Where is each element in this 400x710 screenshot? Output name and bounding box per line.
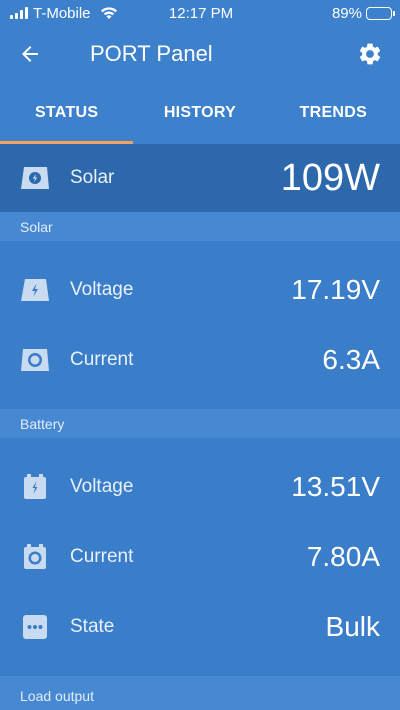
battery-current-row: Current 7.80A bbox=[0, 522, 400, 592]
battery-percent: 89% bbox=[331, 4, 362, 22]
solar-summary-row: Solar 109W bbox=[0, 144, 400, 212]
tab-status-label: STATUS bbox=[34, 104, 99, 121]
solar-voltage-icon bbox=[20, 277, 50, 303]
battery-current-value: 7.80A bbox=[306, 541, 380, 572]
battery-voltage-row: Voltage 13.51V bbox=[0, 452, 400, 522]
solar-power-value: 109W bbox=[280, 156, 380, 199]
solar-panel-icon bbox=[20, 165, 50, 191]
wifi-icon bbox=[100, 7, 117, 19]
carrier-name: T-Mobile bbox=[33, 4, 91, 22]
solar-current-icon bbox=[20, 347, 50, 373]
battery-icon bbox=[366, 6, 395, 20]
app-bar: PORT Panel bbox=[0, 26, 400, 82]
tab-trends[interactable]: TRENDS bbox=[267, 82, 400, 144]
battery-voltage-icon bbox=[20, 474, 50, 500]
gear-icon bbox=[359, 43, 381, 65]
solar-current-label: Current bbox=[70, 349, 134, 370]
battery-state-row: State Bulk bbox=[0, 592, 400, 662]
battery-voltage-label: Voltage bbox=[70, 476, 134, 497]
section-header-load-output: Load output bbox=[0, 676, 400, 710]
tab-history-label: HISTORY bbox=[163, 104, 237, 121]
settings-button[interactable] bbox=[354, 38, 386, 70]
battery-state-label: State bbox=[70, 616, 115, 637]
solar-voltage-value: 17.19V bbox=[291, 274, 380, 305]
tab-status[interactable]: STATUS bbox=[0, 82, 134, 144]
solar-voltage-row: Voltage 17.19V bbox=[0, 255, 400, 325]
clock: 12:17 PM bbox=[168, 4, 234, 22]
solar-voltage-label: Voltage bbox=[70, 279, 134, 300]
battery-voltage-value: 13.51V bbox=[291, 471, 380, 502]
section-header-solar: Solar bbox=[0, 212, 400, 241]
tab-history[interactable]: HISTORY bbox=[133, 82, 266, 144]
arrow-left-icon bbox=[22, 46, 38, 62]
battery-current-icon bbox=[20, 544, 50, 570]
solar-current-value: 6.3A bbox=[322, 344, 380, 375]
page-title: PORT Panel bbox=[90, 41, 213, 66]
solar-summary-label: Solar bbox=[70, 167, 115, 188]
tab-trends-label: TRENDS bbox=[299, 104, 368, 121]
battery-state-value: Bulk bbox=[325, 611, 380, 642]
status-bar: T-Mobile 12:17 PM 89% bbox=[0, 0, 400, 26]
tab-bar: STATUS HISTORY TRENDS bbox=[0, 82, 400, 144]
solar-current-row: Current 6.3A bbox=[0, 325, 400, 395]
more-icon bbox=[20, 614, 50, 640]
battery-current-label: Current bbox=[70, 546, 134, 567]
back-button[interactable] bbox=[0, 26, 60, 82]
signal-strength-icon bbox=[10, 7, 28, 19]
section-header-battery: Battery bbox=[0, 409, 400, 438]
